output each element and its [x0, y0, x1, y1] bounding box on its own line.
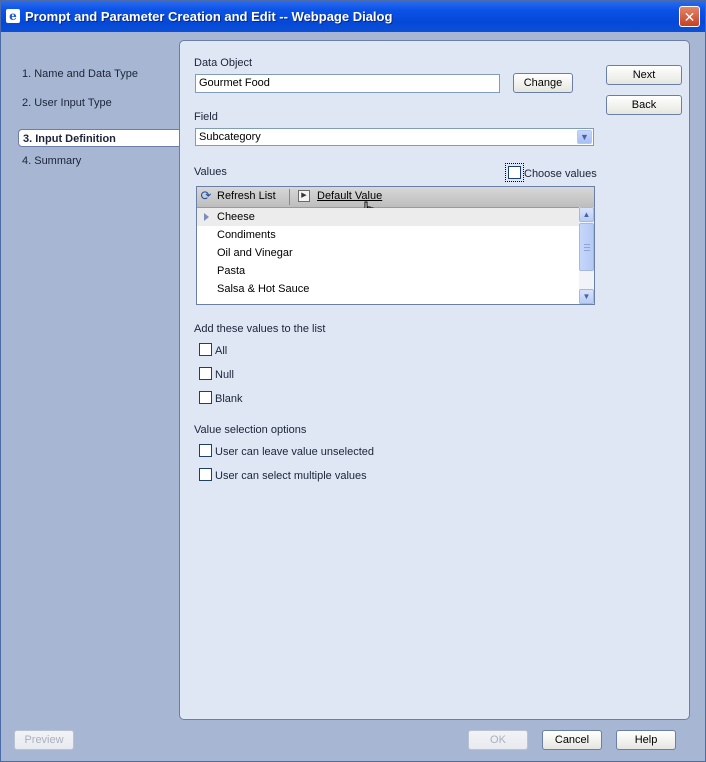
window-title: Prompt and Parameter Creation and Edit -… [25, 9, 393, 24]
change-button[interactable]: Change [513, 73, 573, 93]
add-values-heading: Add these values to the list [194, 323, 326, 335]
leave-unselected-checkbox[interactable] [199, 444, 212, 457]
step-user-input-type[interactable]: 2. User Input Type [22, 97, 112, 109]
choose-values-label: Choose values [524, 168, 597, 180]
list-item[interactable]: Pasta [197, 262, 579, 280]
title-bar: e Prompt and Parameter Creation and Edit… [1, 1, 705, 32]
preview-button[interactable]: Preview [14, 730, 74, 750]
cancel-button[interactable]: Cancel [542, 730, 602, 750]
null-checkbox[interactable] [199, 367, 212, 380]
next-button[interactable]: Next [606, 65, 682, 85]
list-item[interactable]: Oil and Vinegar [197, 244, 579, 262]
selected-row-arrow-icon [204, 213, 209, 221]
data-object-field[interactable]: Gourmet Food [195, 74, 500, 93]
scroll-down-icon[interactable]: ▼ [579, 289, 594, 304]
scroll-thumb[interactable] [579, 223, 594, 271]
step-input-definition[interactable]: 3. Input Definition [18, 129, 184, 147]
close-button[interactable]: ✕ [679, 6, 700, 27]
back-button[interactable]: Back [606, 95, 682, 115]
blank-checkbox[interactable] [199, 391, 212, 404]
leave-unselected-label: User can leave value unselected [215, 446, 374, 458]
refresh-list-button[interactable]: Refresh List [217, 190, 276, 202]
field-select[interactable]: Subcategory ▼ [195, 128, 594, 146]
list-item[interactable]: Cheese [197, 208, 579, 226]
values-label: Values [194, 166, 227, 178]
blank-label: Blank [215, 393, 243, 405]
field-label: Field [194, 111, 218, 123]
all-checkbox[interactable] [199, 343, 212, 356]
null-label: Null [215, 369, 234, 381]
values-toolbar: ⟳ Refresh List ▶ Default Value [197, 187, 594, 221]
refresh-icon[interactable]: ⟳ [199, 189, 213, 203]
multiple-values-checkbox[interactable] [199, 468, 212, 481]
list-item[interactable]: Condiments [197, 226, 579, 244]
field-select-value: Subcategory [199, 131, 261, 143]
selection-options-heading: Value selection options [194, 424, 307, 436]
chevron-down-icon[interactable]: ▼ [577, 130, 592, 144]
multiple-values-label: User can select multiple values [215, 470, 367, 482]
list-item[interactable]: Salsa & Hot Sauce [197, 280, 579, 298]
dialog-window: e Prompt and Parameter Creation and Edit… [0, 0, 706, 762]
choose-values-checkbox[interactable] [508, 166, 521, 179]
ie-icon: e [6, 9, 20, 23]
values-list: ⟳ Refresh List ▶ Default Value Cheese Co… [196, 186, 595, 305]
play-icon[interactable]: ▶ [298, 190, 310, 202]
ok-button[interactable]: OK [468, 730, 528, 750]
toolbar-separator [289, 189, 290, 205]
help-button[interactable]: Help [616, 730, 676, 750]
step-name-and-data-type[interactable]: 1. Name and Data Type [22, 68, 138, 80]
input-definition-panel: Data Object Gourmet Food Change Field Su… [179, 40, 690, 720]
scroll-up-icon[interactable]: ▲ [579, 207, 594, 222]
step-summary[interactable]: 4. Summary [22, 155, 81, 167]
data-object-label: Data Object [194, 57, 253, 69]
all-label: All [215, 345, 228, 357]
values-scrollbar[interactable]: ▲ ▼ [579, 207, 594, 304]
